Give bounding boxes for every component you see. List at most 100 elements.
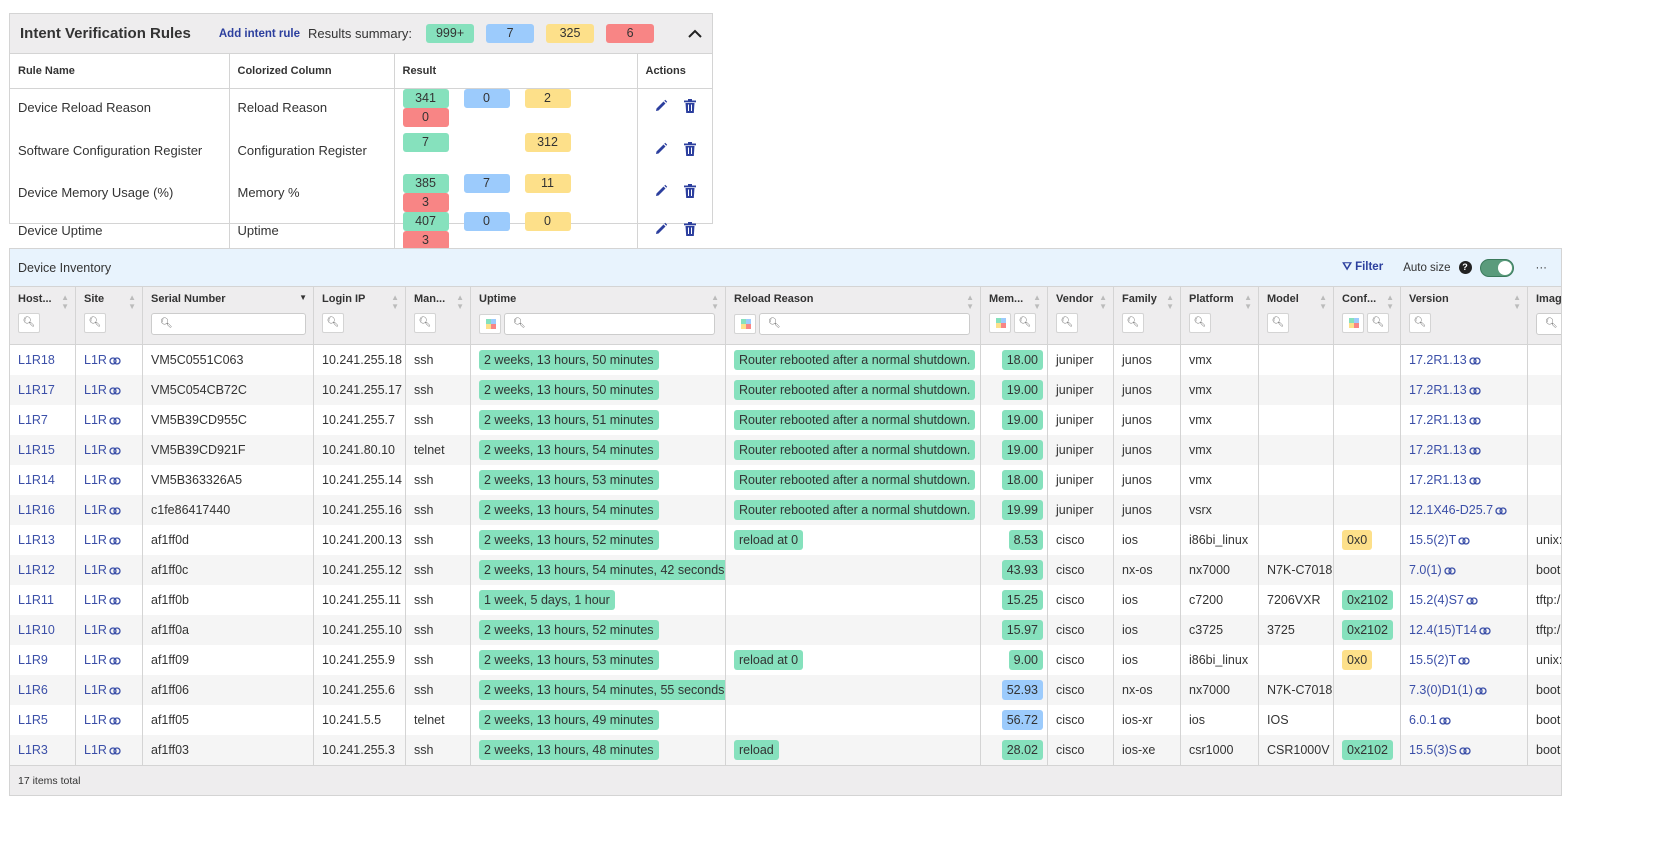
result-badge[interactable]: 312 — [524, 132, 571, 152]
hostname-link[interactable]: L1R15 — [18, 443, 55, 457]
sort-icon[interactable]: ▲ ▼ — [711, 293, 719, 311]
colorize-icon[interactable] — [1342, 313, 1364, 333]
hostname-link[interactable]: L1R13 — [18, 533, 55, 547]
hostname-link[interactable]: L1R18 — [18, 353, 55, 367]
site-link[interactable]: L1R — [84, 473, 121, 487]
cell-site[interactable]: L1R — [76, 465, 143, 495]
version-link[interactable]: 7.0(1) — [1409, 563, 1456, 577]
cell-hostname[interactable]: L1R5 — [10, 705, 76, 735]
result-badge[interactable]: 11 — [524, 173, 571, 193]
site-link[interactable]: L1R — [84, 353, 121, 367]
trash-icon[interactable] — [683, 184, 696, 201]
result-badge[interactable]: 7 — [402, 132, 449, 152]
column-search-input[interactable]: 🔍︎ — [759, 313, 970, 335]
result-badge[interactable]: 0 — [463, 211, 510, 231]
colorize-icon[interactable] — [989, 313, 1011, 333]
result-badge[interactable]: 341 — [402, 88, 449, 108]
cell-version[interactable]: 17.2R1.13 — [1401, 465, 1528, 495]
result-badge[interactable]: 385 — [402, 173, 449, 193]
autosize-toggle[interactable] — [1479, 258, 1514, 277]
site-link[interactable]: L1R — [84, 593, 121, 607]
hostname-link[interactable]: L1R5 — [18, 713, 48, 727]
cell-site[interactable]: L1R — [76, 405, 143, 435]
cell-hostname[interactable]: L1R12 — [10, 555, 76, 585]
cell-site[interactable]: L1R — [76, 705, 143, 735]
edit-icon[interactable] — [654, 142, 668, 159]
cell-site[interactable]: L1R — [76, 645, 143, 675]
trash-icon[interactable] — [683, 222, 696, 239]
cell-version[interactable]: 6.0.1 — [1401, 705, 1528, 735]
hostname-link[interactable]: L1R16 — [18, 503, 55, 517]
cell-site[interactable]: L1R — [76, 675, 143, 705]
column-header[interactable]: Reload Reason ▲ ▼ 🔍︎ — [726, 287, 981, 345]
result-badge[interactable]: 407 — [402, 211, 449, 231]
hostname-link[interactable]: L1R10 — [18, 623, 55, 637]
column-header[interactable]: Serial Number ▼ 🔍︎ — [143, 287, 314, 345]
cell-hostname[interactable]: L1R7 — [10, 405, 76, 435]
version-link[interactable]: 17.2R1.13 — [1409, 473, 1481, 487]
site-link[interactable]: L1R — [84, 713, 121, 727]
column-search-input[interactable]: 🔍︎ — [1536, 313, 1561, 335]
sort-icon[interactable]: ▲ ▼ — [391, 293, 399, 311]
version-link[interactable]: 6.0.1 — [1409, 713, 1451, 727]
result-badge[interactable]: 0 — [402, 107, 449, 127]
cell-hostname[interactable]: L1R18 — [10, 345, 76, 375]
search-icon[interactable]: 🔍︎ — [84, 313, 106, 333]
cell-version[interactable]: 17.2R1.13 — [1401, 345, 1528, 375]
column-header[interactable]: Version ▲ ▼ 🔍︎ — [1401, 287, 1528, 345]
hostname-link[interactable]: L1R12 — [18, 563, 55, 577]
sort-icon[interactable]: ▲ ▼ — [128, 293, 136, 311]
column-search-input[interactable]: 🔍︎ — [151, 313, 306, 335]
cell-site[interactable]: L1R — [76, 435, 143, 465]
column-header[interactable]: Vendor ▲ ▼ 🔍︎ — [1048, 287, 1114, 345]
site-link[interactable]: L1R — [84, 533, 121, 547]
version-link[interactable]: 15.2(4)S7 — [1409, 593, 1478, 607]
help-icon[interactable]: ? — [1458, 261, 1472, 274]
search-icon[interactable]: 🔍︎ — [1267, 313, 1289, 333]
cell-version[interactable]: 7.3(0)D1(1) — [1401, 675, 1528, 705]
hostname-link[interactable]: L1R3 — [18, 743, 48, 757]
sort-icon[interactable]: ▲ ▼ — [456, 293, 464, 311]
cell-version[interactable]: 17.2R1.13 — [1401, 435, 1528, 465]
search-icon[interactable]: 🔍︎ — [1014, 313, 1036, 333]
cell-site[interactable]: L1R — [76, 525, 143, 555]
site-link[interactable]: L1R — [84, 443, 121, 457]
column-header[interactable]: Family ▲ ▼ 🔍︎ — [1114, 287, 1181, 345]
sort-icon[interactable]: ▲ ▼ — [966, 293, 974, 311]
cell-hostname[interactable]: L1R17 — [10, 375, 76, 405]
version-link[interactable]: 15.5(2)T — [1409, 533, 1470, 547]
site-link[interactable]: L1R — [84, 383, 121, 397]
search-icon[interactable]: 🔍︎ — [1409, 313, 1431, 333]
sort-desc-icon[interactable]: ▼ — [299, 293, 307, 302]
sort-icon[interactable]: ▲ ▼ — [1244, 293, 1252, 311]
column-header[interactable]: Man... ▲ ▼ 🔍︎ — [406, 287, 471, 345]
column-header[interactable]: Uptime ▲ ▼ 🔍︎ — [471, 287, 726, 345]
column-header[interactable]: Host... ▲ ▼ 🔍︎ — [10, 287, 76, 345]
chevron-up-icon[interactable] — [688, 25, 702, 43]
result-badge[interactable]: 3 — [402, 230, 449, 250]
cell-hostname[interactable]: L1R13 — [10, 525, 76, 555]
search-icon[interactable]: 🔍︎ — [18, 313, 40, 333]
column-header[interactable]: Mem... ▲ ▼ 🔍︎ — [981, 287, 1048, 345]
site-link[interactable]: L1R — [84, 563, 121, 577]
cell-version[interactable]: 15.5(2)T — [1401, 525, 1528, 555]
hostname-link[interactable]: L1R7 — [18, 413, 48, 427]
colorize-icon[interactable] — [479, 314, 501, 334]
sort-icon[interactable]: ▲ ▼ — [1166, 293, 1174, 311]
trash-icon[interactable] — [683, 99, 696, 116]
cell-site[interactable]: L1R — [76, 375, 143, 405]
version-link[interactable]: 17.2R1.13 — [1409, 353, 1481, 367]
version-link[interactable]: 12.1X46-D25.7 — [1409, 503, 1507, 517]
result-badge[interactable]: 7 — [463, 173, 510, 193]
cell-hostname[interactable]: L1R10 — [10, 615, 76, 645]
sort-icon[interactable]: ▲ ▼ — [61, 293, 69, 311]
sort-icon[interactable]: ▲ ▼ — [1513, 293, 1521, 311]
cell-hostname[interactable]: L1R15 — [10, 435, 76, 465]
sort-icon[interactable]: ▲ ▼ — [1033, 293, 1041, 311]
cell-hostname[interactable]: L1R3 — [10, 735, 76, 765]
summary-red-badge[interactable]: 6 — [606, 24, 655, 43]
cell-site[interactable]: L1R — [76, 735, 143, 765]
column-search-input[interactable]: 🔍︎ — [504, 313, 715, 335]
version-link[interactable]: 12.4(15)T14 — [1409, 623, 1491, 637]
version-link[interactable]: 17.2R1.13 — [1409, 413, 1481, 427]
